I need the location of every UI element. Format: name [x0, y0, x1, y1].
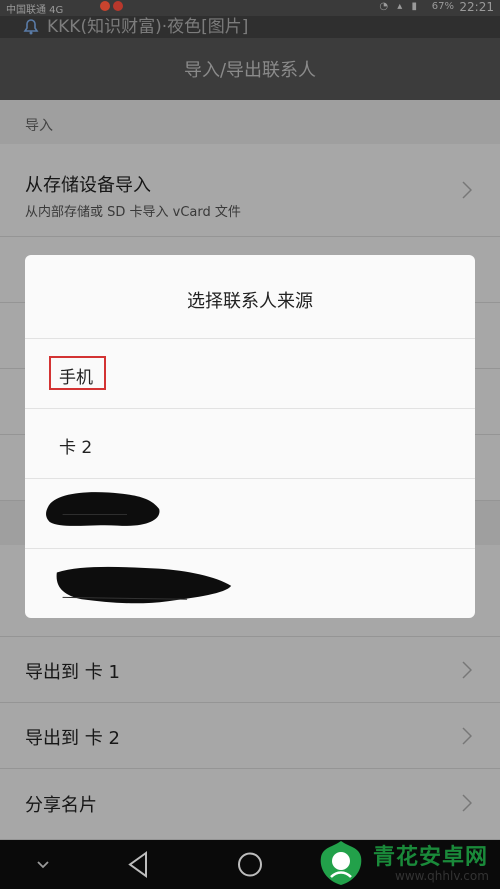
- notification-text: KKK(知识财富)·夜色[图片]: [47, 17, 249, 37]
- option-label: 卡 2: [59, 438, 93, 458]
- battery-level: 67%: [431, 1, 454, 12]
- bell-icon: [23, 19, 39, 35]
- watermark-logo-icon: [320, 841, 362, 885]
- source-option-redacted-2[interactable]: [25, 549, 475, 618]
- notification-app-icons: [100, 1, 130, 13]
- back-icon[interactable]: [118, 840, 158, 889]
- source-option-redacted-1[interactable]: [25, 479, 475, 549]
- site-watermark: 青花安卓网 www.qhhlv.com: [303, 833, 500, 889]
- source-option-card2[interactable]: 卡 2: [25, 409, 475, 479]
- app-title-bar: 导入/导出联系人: [0, 38, 500, 100]
- select-contact-source-dialog: 选择联系人来源 手机 卡 2: [25, 255, 475, 618]
- redaction-scribble: [56, 566, 232, 604]
- page-title: 导入/导出联系人: [183, 60, 317, 81]
- watermark-brand: 青花安卓网: [373, 845, 489, 870]
- dialog-title: 选择联系人来源: [187, 291, 313, 312]
- status-bar: 中国联通 4G ◔ ▴ ▮ 67% 22:21: [0, 0, 500, 16]
- carrier-label: 中国联通 4G: [6, 5, 64, 16]
- hide-nav-icon[interactable]: [28, 840, 58, 889]
- clock: 22:21: [459, 0, 494, 14]
- source-option-phone[interactable]: 手机: [25, 339, 475, 409]
- redaction-scribble: [46, 492, 160, 526]
- home-icon[interactable]: [230, 840, 270, 889]
- notification-ticker: KKK(知识财富)·夜色[图片]: [0, 16, 500, 38]
- watermark-url: www.qhhlv.com: [395, 869, 489, 883]
- option-label: 手机: [59, 368, 93, 388]
- signal-icons: ◔ ▴ ▮: [379, 1, 420, 12]
- dialog-title-area: 选择联系人来源: [25, 255, 475, 339]
